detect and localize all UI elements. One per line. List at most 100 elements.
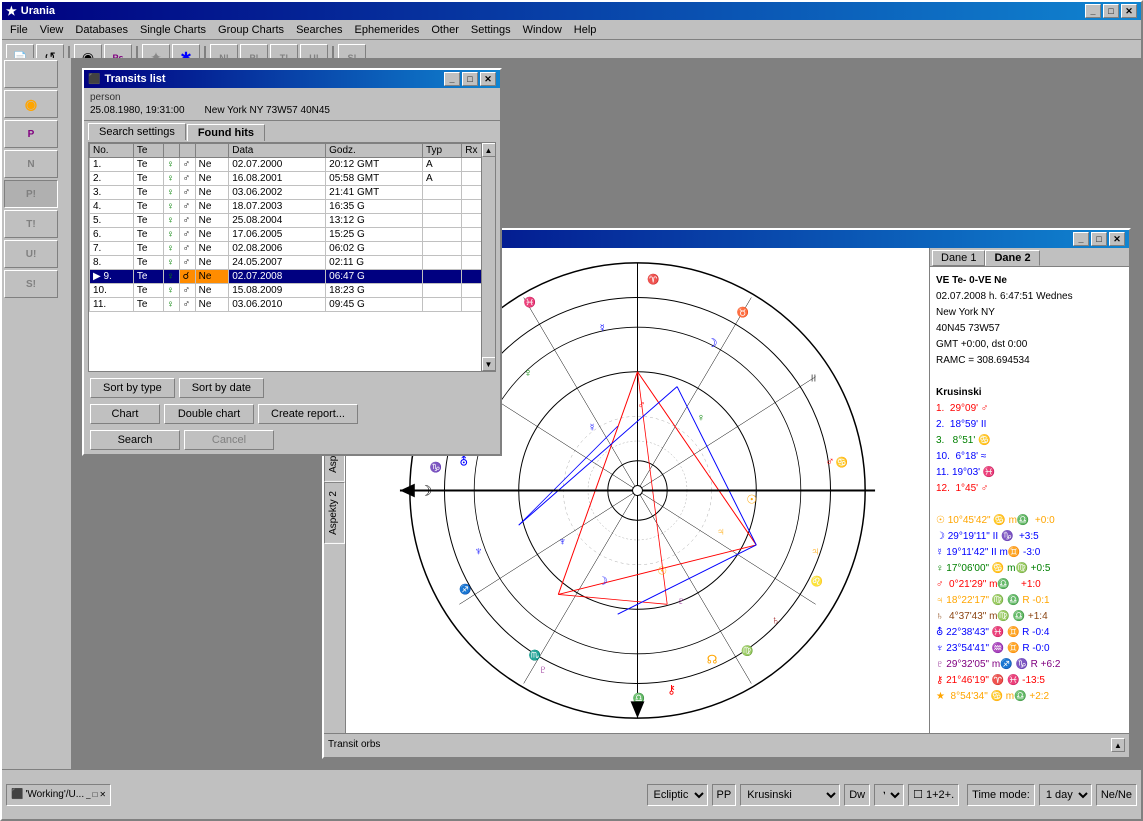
table-row[interactable]: 1.Te♀♂Ne02.07.200020:12 GMTA bbox=[90, 158, 495, 172]
menu-single-charts[interactable]: Single Charts bbox=[134, 22, 212, 38]
sort-by-date-button[interactable]: Sort by date bbox=[179, 378, 264, 398]
chart-right-panel: Dane 1 Dane 2 VE Te- 0-VE Ne 02.07.2008 … bbox=[929, 248, 1129, 733]
tab-search-settings[interactable]: Search settings bbox=[88, 123, 186, 140]
planet-10: 10. 6°18' ≈ bbox=[936, 449, 1123, 465]
table-row[interactable]: 7.Te♀♂Ne02.08.200606:02 G bbox=[90, 242, 495, 256]
main-win-controls[interactable]: _ □ ✕ bbox=[1085, 4, 1137, 18]
info-title: VE Te- 0-VE Ne bbox=[936, 273, 1123, 289]
action-buttons-1: Sort by type Sort by date bbox=[84, 374, 500, 402]
menu-help[interactable]: Help bbox=[568, 22, 603, 38]
menu-file[interactable]: File bbox=[4, 22, 34, 38]
menu-other[interactable]: Other bbox=[425, 22, 465, 38]
time-mode-select[interactable]: 1 day bbox=[1039, 784, 1092, 806]
svg-text:☉: ☉ bbox=[746, 492, 757, 506]
menu-view[interactable]: View bbox=[34, 22, 70, 38]
menu-databases[interactable]: Databases bbox=[69, 22, 134, 38]
minimize-button[interactable]: _ bbox=[1085, 4, 1101, 18]
transits-icon: ⬛ bbox=[88, 74, 100, 85]
create-report-button[interactable]: Create report... bbox=[258, 404, 358, 424]
svg-text:♇: ♇ bbox=[677, 595, 685, 607]
sidebar-btn-p2[interactable]: P! bbox=[4, 180, 58, 208]
menu-ephemerides[interactable]: Ephemerides bbox=[349, 22, 426, 38]
taskbar-minimize-icon[interactable]: _ bbox=[86, 790, 90, 799]
pp-label: PP bbox=[712, 784, 737, 806]
sidebar-btn-1[interactable] bbox=[4, 60, 58, 88]
table-row[interactable]: 6.Te♀♂Ne17.06.200515:25 G bbox=[90, 228, 495, 242]
menu-settings[interactable]: Settings bbox=[465, 22, 517, 38]
taskbar-restore-icon[interactable]: □ bbox=[93, 790, 98, 799]
transits-minimize[interactable]: _ bbox=[444, 72, 460, 86]
scrollbar-up[interactable]: ▲ bbox=[482, 143, 496, 157]
coord-system-select[interactable]: Ecliptic bbox=[647, 784, 708, 806]
tab-dane1[interactable]: Dane 1 bbox=[932, 250, 985, 266]
svg-text:☽: ☽ bbox=[598, 576, 608, 588]
sidebar-btn-t[interactable]: T! bbox=[4, 210, 58, 238]
table-row-selected[interactable]: ▶ 9.Te♀☌Ne02.07.200806:47 G bbox=[90, 270, 495, 284]
tab-found-hits[interactable]: Found hits bbox=[187, 124, 265, 141]
transit-orbs-expand[interactable]: ▲ bbox=[1111, 738, 1125, 752]
chart-name-select[interactable]: Krusinski bbox=[740, 784, 840, 806]
dw-select[interactable]: ▼ bbox=[874, 784, 904, 806]
cancel-button[interactable]: Cancel bbox=[184, 430, 274, 450]
dw-label: Dw bbox=[844, 784, 870, 806]
planet-12: 12. 1°45' ♂ bbox=[936, 481, 1123, 497]
sort-by-type-button[interactable]: Sort by type bbox=[90, 378, 175, 398]
close-button[interactable]: ✕ bbox=[1121, 4, 1137, 18]
chart-minimize[interactable]: _ bbox=[1073, 232, 1089, 246]
info-location: New York NY bbox=[936, 305, 1123, 321]
chart-maximize[interactable]: □ bbox=[1091, 232, 1107, 246]
pos-sun: ☉ 10°45'42" ♋ m♎ +0:0 bbox=[936, 513, 1123, 529]
person-date: 25.08.1980, 19:31:00 bbox=[90, 105, 185, 116]
sidebar-btn-u[interactable]: U! bbox=[4, 240, 58, 268]
menu-window[interactable]: Window bbox=[517, 22, 568, 38]
sidebar-btn-p[interactable]: P bbox=[4, 120, 58, 148]
scrollbar-down[interactable]: ▼ bbox=[482, 357, 496, 371]
sidebar-btn-s[interactable]: S! bbox=[4, 270, 58, 298]
svg-text:♑: ♑ bbox=[430, 462, 442, 474]
table-row[interactable]: 4.Te♀♂Ne18.07.200316:35 G bbox=[90, 200, 495, 214]
svg-text:♇: ♇ bbox=[539, 663, 548, 677]
tab-dane2[interactable]: Dane 2 bbox=[985, 250, 1039, 266]
double-chart-button[interactable]: Double chart bbox=[164, 404, 254, 424]
transits-table-container[interactable]: No. Te Data Godz. Typ Rx bbox=[88, 142, 496, 372]
chart-close[interactable]: ✕ bbox=[1109, 232, 1125, 246]
time-mode-label: Time mode: bbox=[967, 784, 1035, 806]
table-row[interactable]: 10.Te♀♂Ne15.08.200918:23 G bbox=[90, 284, 495, 298]
planet-2: 2. 18°59' II bbox=[936, 417, 1123, 433]
table-row[interactable]: 2.Te♀♂Ne16.08.200105:58 GMTA bbox=[90, 172, 495, 186]
menu-group-charts[interactable]: Group Charts bbox=[212, 22, 290, 38]
person-label: person bbox=[90, 92, 494, 103]
svg-text:♂: ♂ bbox=[638, 399, 646, 411]
table-row[interactable]: 5.Te♀♂Ne25.08.200413:12 G bbox=[90, 214, 495, 228]
maximize-button[interactable]: □ bbox=[1103, 4, 1119, 18]
svg-text:♆: ♆ bbox=[474, 544, 483, 558]
action-buttons-3: Search Cancel bbox=[84, 426, 500, 454]
chart-info-panel[interactable]: VE Te- 0-VE Ne 02.07.2008 h. 6:47:51 Wed… bbox=[930, 267, 1129, 733]
taskbar-close-icon[interactable]: ✕ bbox=[99, 790, 106, 799]
chart-button[interactable]: Chart bbox=[90, 404, 160, 424]
menu-searches[interactable]: Searches bbox=[290, 22, 348, 38]
svg-text:☽: ☽ bbox=[420, 483, 432, 498]
transits-maximize[interactable]: □ bbox=[462, 72, 478, 86]
app-title: Urania bbox=[21, 5, 55, 17]
svg-text:♋: ♋ bbox=[835, 457, 847, 469]
pos-node: ★ 8°54'34" ♋ m♎ +2:2 bbox=[936, 689, 1123, 705]
table-row[interactable]: 8.Te♀♂Ne24.05.200702:11 G bbox=[90, 256, 495, 270]
table-row[interactable]: 3.Te♀♂Ne03.06.200221:41 GMT bbox=[90, 186, 495, 200]
svg-text:♉: ♉ bbox=[736, 306, 748, 318]
sidebar-btn-circle[interactable]: ◉ bbox=[4, 90, 58, 118]
pos-venus: ♀ 17°06'00" ♋ m♍ +0:5 bbox=[936, 561, 1123, 577]
transits-window: ⬛ Transits list _ □ ✕ person 25.08.1980,… bbox=[82, 68, 502, 456]
taskbar-working[interactable]: ⬛ 'Working'/U... _ □ ✕ bbox=[6, 784, 111, 806]
main-titlebar: ★ Urania _ □ ✕ bbox=[2, 2, 1141, 20]
search-button[interactable]: Search bbox=[90, 430, 180, 450]
transits-close[interactable]: ✕ bbox=[480, 72, 496, 86]
aspect-tab-2[interactable]: Aspekty 2 bbox=[324, 482, 345, 544]
transits-titlebar: ⬛ Transits list _ □ ✕ bbox=[84, 70, 500, 88]
svg-text:♄: ♄ bbox=[771, 613, 780, 627]
svg-text:♐: ♐ bbox=[459, 583, 471, 595]
table-row[interactable]: 11.Te♀♂Ne03.06.201009:45 G bbox=[90, 298, 495, 312]
svg-text:♃: ♃ bbox=[717, 526, 725, 538]
svg-text:⛢: ⛢ bbox=[459, 455, 468, 469]
sidebar-btn-n[interactable]: N bbox=[4, 150, 58, 178]
